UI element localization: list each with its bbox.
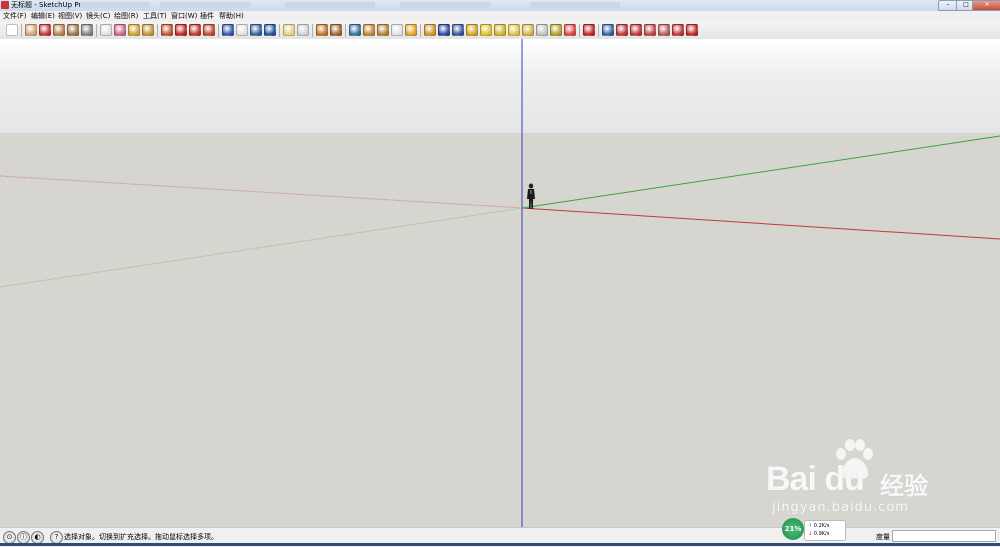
toolbar-separator [21,24,22,37]
menu-camera[interactable]: 镜头(C) [86,12,110,21]
toolbar-separator [420,24,421,37]
fog-icon[interactable] [522,24,534,36]
network-speed-widget[interactable]: 21% ↑ 0.2K/s ↓ 0.9K/s [782,518,848,541]
select-tool-icon[interactable] [6,24,18,36]
toolbar-separator [218,24,219,37]
geo-location-icon[interactable] [452,24,464,36]
upload-speed: 0.2K/s [813,523,830,529]
line-tool-icon[interactable] [39,24,51,36]
iso-view-icon[interactable] [283,24,295,36]
menu-window[interactable]: 窗口(W) [171,12,197,21]
google-earth-icon[interactable] [438,24,450,36]
look-around-icon[interactable] [330,24,342,36]
toolbar-separator [579,24,580,37]
rectangle-tool-icon[interactable] [53,24,65,36]
minimize-button[interactable]: – [938,0,958,11]
toolbar-separator [157,24,158,37]
jingyan-text: 经验 [880,472,928,500]
zoom-extents-icon[interactable] [264,24,276,36]
red-axis-negative [0,175,523,209]
search-icon[interactable] [602,24,614,36]
menu-edit[interactable]: 编辑(E) [31,12,55,21]
menu-view[interactable]: 视图(V) [58,12,82,21]
shadow-icon[interactable] [494,24,506,36]
section-plane-icon[interactable] [508,24,520,36]
orbit-tool-icon[interactable] [222,24,234,36]
ruby-console-icon[interactable] [686,24,698,36]
zoom-tool-icon[interactable] [250,24,262,36]
make-component-icon[interactable] [100,24,112,36]
push-pull-icon[interactable] [161,24,173,36]
style-icon[interactable] [391,24,403,36]
toolbar-separator [279,24,280,37]
menu-file[interactable]: 文件(F) [3,12,27,21]
previous-view-icon[interactable] [616,24,628,36]
rotate-tool-icon[interactable] [189,24,201,36]
solar-north-icon[interactable] [550,24,562,36]
tape-measure-icon[interactable] [128,24,140,36]
upload-arrow-icon: ↑ [808,523,813,529]
outer-shell-icon[interactable] [644,24,656,36]
toolbar-separator [96,24,97,37]
menu-bar: 文件(F) 编辑(E) 视图(V) 镜头(C) 绘图(R) 工具(T) 窗口(W… [0,11,1000,22]
move-tool-icon[interactable] [175,24,187,36]
material-icon[interactable] [377,24,389,36]
walk-tool-icon[interactable] [316,24,328,36]
component-icon[interactable] [363,24,375,36]
watermark-url: jingyan.baidu.com [772,500,909,515]
follow-me-icon[interactable] [203,24,215,36]
next-view-icon[interactable] [630,24,642,36]
measurement-input[interactable] [892,530,996,542]
top-view-icon[interactable] [297,24,309,36]
pan-tool-icon[interactable] [236,24,248,36]
baidu-brand-text: Bai du [766,460,865,498]
person-figure [527,183,535,209]
sun-icon[interactable] [480,24,492,36]
menu-plugins[interactable]: 插件 [200,12,214,21]
menu-help[interactable]: 帮助(H) [219,12,244,21]
network-percent: 21% [782,518,804,540]
network-speed-box: ↑ 0.2K/s ↓ 0.9K/s [804,520,846,541]
terrain-icon[interactable] [466,24,478,36]
measurement-label: 度量 [876,533,890,541]
arc-tool-icon[interactable] [81,24,93,36]
main-toolbar [0,22,1000,40]
close-button[interactable]: ✕ [972,0,1000,11]
baidu-watermark: Bai du 经验 jingyan.baidu.com [766,438,946,518]
red-axis-positive [521,207,1000,240]
paint-bucket-icon[interactable] [114,24,126,36]
menu-tools[interactable]: 工具(T) [143,12,167,21]
sphere-icon[interactable] [536,24,548,36]
download-arrow-icon: ↓ [808,531,813,537]
protractor-icon[interactable] [142,24,154,36]
download-speed: 0.9K/s [813,531,830,537]
position-camera-icon[interactable] [349,24,361,36]
warehouse-icon[interactable] [405,24,417,36]
status-message: 选择对象。切换到扩充选择。拖动鼠标选择多项。 [64,533,218,541]
toolbar-separator [598,24,599,37]
color-wheel-icon[interactable] [564,24,576,36]
eraser-tool-icon[interactable] [25,24,37,36]
menu-draw[interactable]: 绘图(R) [114,12,138,21]
toolbar-separator [312,24,313,37]
share-model-icon[interactable] [424,24,436,36]
sketchup-app-icon [1,1,9,9]
su-extension-icon[interactable] [583,24,595,36]
green-axis-positive [521,135,1000,209]
circle-tool-icon[interactable] [67,24,79,36]
union-icon[interactable] [672,24,684,36]
window-title: 无标题 - SketchUp Pro [11,1,86,9]
intersect-icon[interactable] [658,24,670,36]
toolbar-separator [345,24,346,37]
green-axis-negative [0,207,523,288]
